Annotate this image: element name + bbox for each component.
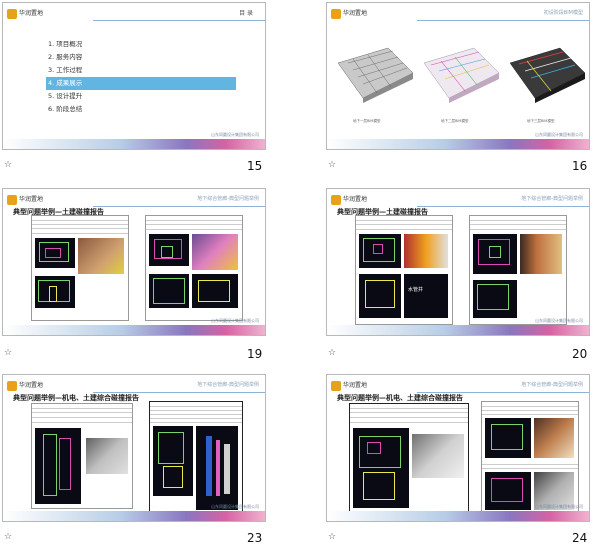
slide-header: 地下综合管廊-典型问题举例: [197, 382, 259, 388]
slide-thumbnail-19[interactable]: 华润置地 地下综合管廊-典型问题举例 典型问题举例—土建碰撞报告 山东同圆设计集…: [2, 188, 266, 336]
footer-ribbon: [327, 511, 589, 521]
bim-model-image: [337, 47, 414, 103]
star-icon[interactable]: ☆: [328, 160, 336, 170]
logo: 华润置地: [331, 193, 367, 207]
slide-header: 地下综合管廊-典型问题举例: [521, 196, 583, 202]
bim-caption: 地下二层BIM模型: [441, 119, 469, 123]
footer-company: 山东同圆设计集团有限公司: [211, 132, 259, 137]
report-page: [31, 215, 129, 321]
toc-item: 3. 工作过程: [48, 66, 83, 74]
footer-company: 山东同圆设计集团有限公司: [535, 318, 583, 323]
slide-thumbnail-16[interactable]: 华润置地 初设阶段BIM模型 地下一层BIM模型 地下二层BIM模型 地下三层B…: [326, 2, 590, 150]
slide-number: 23: [247, 531, 263, 545]
logo: 华润置地: [7, 7, 43, 21]
logo: 华润置地: [7, 193, 43, 207]
report-page: [481, 401, 579, 515]
toc-item: 5. 设计提升: [48, 92, 83, 100]
slide-thumbnail-15[interactable]: 华润置地 目 录 1. 项目概况 2. 服务内容 3. 工作过程 4. 成果展示…: [2, 2, 266, 150]
report-page: [145, 215, 243, 321]
footer-ribbon: [3, 139, 265, 149]
slide-number: 15: [247, 159, 263, 173]
slide-thumbnail-23[interactable]: 华润置地 地下综合管廊-典型问题举例 典型问题举例—机电、土建综合碰撞报告 山东…: [2, 374, 266, 522]
slide-title: 典型问题举例—机电、土建综合碰撞报告: [13, 394, 139, 402]
slide-header: 地下综合管廊-典型问题举例: [521, 382, 583, 388]
footer-company: 山东同圆设计集团有限公司: [211, 504, 259, 509]
star-icon[interactable]: ☆: [4, 160, 12, 170]
logo: 华润置地: [331, 7, 367, 21]
star-icon[interactable]: ☆: [328, 348, 336, 358]
toc-list: 1. 项目概况 2. 服务内容 3. 工作过程 4. 成果展示 5. 设计提升 …: [46, 38, 236, 116]
toc-item: 2. 服务内容: [48, 53, 83, 61]
slide-number: 24: [572, 531, 588, 545]
water-shaft-label: 水管井: [408, 287, 424, 293]
slide-title: 典型问题举例—机电、土建综合碰撞报告: [337, 394, 463, 402]
toc-item: 1. 项目概况: [48, 40, 83, 48]
slide-number: 19: [247, 347, 263, 361]
footer-ribbon: [3, 511, 265, 521]
bim-model-image: [423, 47, 500, 103]
slide-thumbnail-24[interactable]: 华润置地 地下综合管廊-典型问题举例 典型问题举例—机电、土建综合碰撞报告 山东…: [326, 374, 590, 522]
toc-item-active: 4. 成果展示: [46, 77, 236, 90]
report-page: [469, 215, 567, 325]
report-page: [349, 403, 469, 513]
slide-header: 地下综合管廊-典型问题举例: [197, 196, 259, 202]
footer-ribbon: [327, 325, 589, 335]
footer-ribbon: [3, 325, 265, 335]
footer-company: 山东同圆设计集团有限公司: [535, 504, 583, 509]
logo: 华润置地: [7, 379, 43, 393]
slide-header: 初设阶段BIM模型: [543, 10, 583, 16]
bim-caption: 地下一层BIM模型: [353, 119, 381, 123]
report-page: [149, 401, 243, 515]
footer-company: 山东同圆设计集团有限公司: [211, 318, 259, 323]
star-icon[interactable]: ☆: [4, 532, 12, 542]
footer-ribbon: [327, 139, 589, 149]
report-page: 水管井: [355, 215, 453, 325]
toc-title: 目 录: [239, 10, 253, 17]
bim-caption: 地下三层BIM模型: [527, 119, 555, 123]
report-page: [31, 403, 133, 509]
slide-number: 16: [572, 159, 588, 173]
toc-item: 6. 阶段总结: [48, 105, 83, 113]
star-icon[interactable]: ☆: [4, 348, 12, 358]
logo: 华润置地: [331, 379, 367, 393]
bim-model-image: [509, 47, 586, 103]
star-icon[interactable]: ☆: [328, 532, 336, 542]
slide-thumbnail-20[interactable]: 华润置地 地下综合管廊-典型问题举例 典型问题举例—土建碰撞报告 水管井 山东同…: [326, 188, 590, 336]
footer-company: 山东同圆设计集团有限公司: [535, 132, 583, 137]
slide-number: 20: [572, 347, 588, 361]
